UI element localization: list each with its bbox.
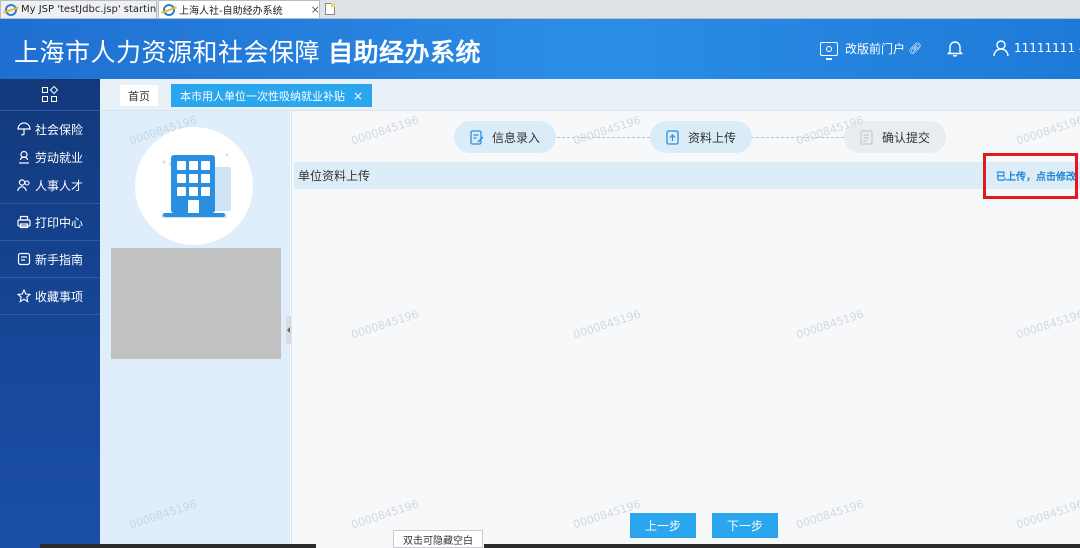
next-step-button[interactable]: 下一步 (712, 513, 778, 538)
highlight-frame (983, 153, 1078, 199)
step-connector (746, 137, 844, 138)
tab-home[interactable]: 首页 (120, 85, 158, 106)
step-progress: 信息录入 资料上传 确认提交 (454, 121, 947, 155)
nav-group-favorites: 收藏事项 (0, 278, 100, 315)
sidebar-item-personnel[interactable]: 人事人才 (0, 171, 100, 199)
umbrella-icon (17, 122, 31, 136)
taskbar-edge (40, 544, 316, 548)
nav-menu-toggle[interactable] (0, 79, 100, 111)
link-icon: 🔗︎ (908, 42, 922, 55)
page-tab-bar: 首页 本市用人单位一次性吸纳就业补贴 × (100, 79, 1080, 111)
main-content: 信息录入 资料上传 确认提交 单位资料上传 已上传，点击修改 上一步 下一步 (291, 111, 1080, 548)
guide-icon (17, 252, 31, 266)
old-portal-link[interactable]: 改版前门户 🔗︎ (820, 40, 922, 60)
browser-tab-selfservice[interactable]: 上海人社-自助经办系统 × (158, 0, 320, 18)
prev-step-button[interactable]: 上一步 (630, 513, 696, 538)
ie-icon (163, 3, 175, 16)
upload-doc-icon (666, 129, 679, 145)
tab-current-label: 本市用人单位一次性吸纳就业补贴 (180, 89, 345, 103)
ie-icon (5, 3, 17, 16)
hide-blank-tooltip: 双击可隐藏空白 (393, 530, 483, 548)
left-nav: 社会保险 劳动就业 人事人才 打印中心 新手指南 收藏事项 (0, 79, 100, 548)
worker-icon (19, 150, 29, 164)
people-icon (17, 179, 30, 192)
browser-tab-testjdbc[interactable]: My JSP 'testJdbc.jsp' startin... (0, 0, 157, 18)
apps-grid-icon (42, 85, 59, 103)
new-tab-button[interactable] (321, 0, 339, 18)
browser-tab-label: 上海人社-自助经办系统 (179, 6, 283, 17)
edit-doc-icon (470, 129, 484, 145)
unit-info-placeholder (111, 248, 281, 359)
step-connector (552, 137, 650, 138)
bell-icon[interactable] (946, 39, 964, 57)
page-title: 上海市人力资源和社会保障 自助经办系统 (14, 38, 482, 67)
close-icon[interactable]: × (353, 89, 363, 103)
printer-icon (17, 215, 31, 229)
browser-tab-label: My JSP 'testJdbc.jsp' startin... (21, 4, 157, 15)
user-icon (993, 40, 1009, 57)
browser-tab-strip: My JSP 'testJdbc.jsp' startin... 上海人社-自助… (0, 0, 1080, 19)
taskbar-edge (484, 544, 1080, 548)
step-document-upload[interactable]: 资料上传 (650, 121, 753, 153)
step-info-entry[interactable]: 信息录入 (454, 121, 557, 153)
avatar (135, 127, 253, 245)
monitor-icon (820, 41, 838, 60)
sidebar-item-print-center[interactable]: 打印中心 (0, 208, 100, 236)
old-portal-label: 改版前门户 (845, 42, 906, 56)
unit-profile-panel (100, 111, 292, 548)
star-icon (17, 289, 31, 303)
section-unit-documents: 单位资料上传 已上传，点击修改 (294, 162, 1080, 189)
username: 11111111 (1014, 41, 1076, 55)
close-tab-icon[interactable]: × (311, 3, 319, 16)
sidebar-item-employment[interactable]: 劳动就业 (0, 143, 100, 171)
section-title: 单位资料上传 (298, 169, 371, 183)
page-title-bold: 自助经办系统 (328, 38, 482, 67)
app-header: 上海市人力资源和社会保障自助经办系统 改版前门户 🔗︎ 11111111 ⌄ (0, 19, 1080, 79)
nav-group-services: 社会保险 劳动就业 人事人才 (0, 111, 100, 204)
step-confirm-submit[interactable]: 确认提交 (844, 121, 947, 153)
sidebar-item-beginner-guide[interactable]: 新手指南 (0, 245, 100, 273)
new-tab-icon (325, 3, 335, 15)
sidebar-item-social-insurance[interactable]: 社会保险 (0, 115, 100, 143)
building-icon (161, 153, 231, 218)
confirm-doc-icon (860, 129, 873, 145)
sidebar-item-favorites[interactable]: 收藏事项 (0, 282, 100, 310)
nav-group-guide: 新手指南 (0, 241, 100, 278)
tab-current-service[interactable]: 本市用人单位一次性吸纳就业补贴 × (171, 84, 373, 107)
user-menu[interactable]: 11111111 ⌄ (992, 39, 1080, 57)
nav-group-print: 打印中心 (0, 204, 100, 241)
